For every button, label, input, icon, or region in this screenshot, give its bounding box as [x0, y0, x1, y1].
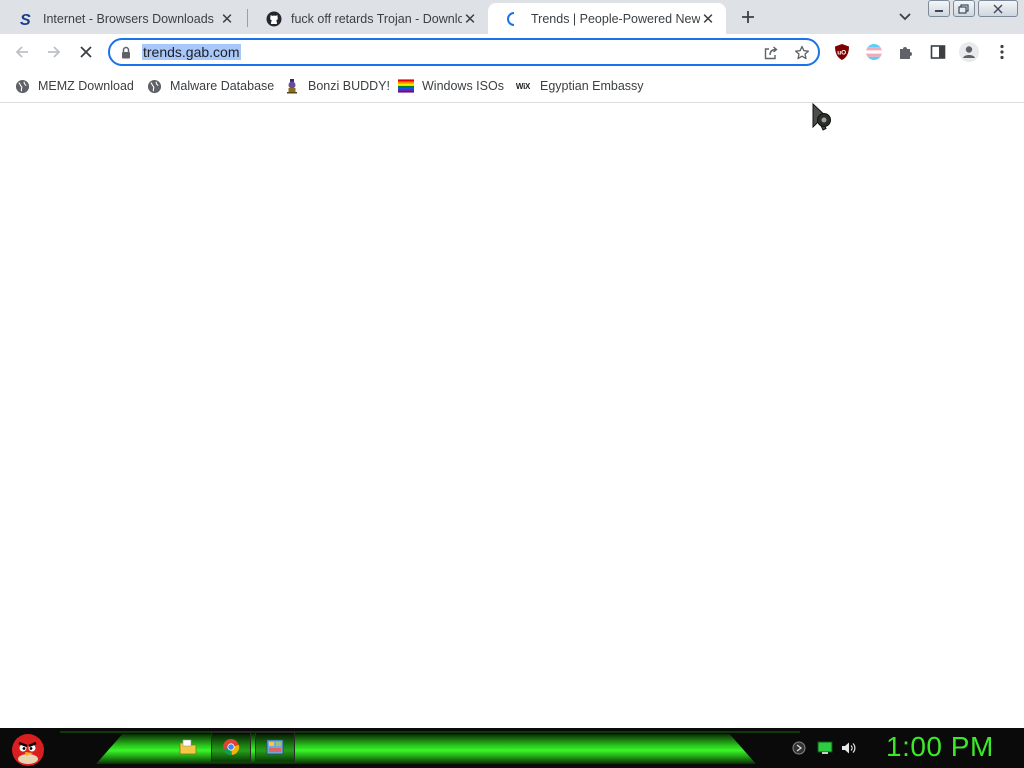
close-tab-icon[interactable]: ✕	[462, 11, 478, 28]
tray-security-icon[interactable]	[790, 739, 808, 757]
forward-button[interactable]	[41, 39, 67, 65]
rainbow-flag-icon	[398, 78, 414, 94]
stop-loading-button[interactable]	[73, 39, 99, 65]
bookmark-egyptian-embassy[interactable]: WiX Egyptian Embassy	[514, 76, 644, 96]
wix-icon: WiX	[514, 78, 532, 94]
globe-icon	[14, 78, 30, 94]
bookmark-label: MEMZ Download	[38, 79, 134, 93]
share-icon[interactable]	[763, 45, 779, 61]
tray-network-icon[interactable]	[816, 739, 834, 757]
taskbar-file-explorer-icon[interactable]	[168, 732, 208, 762]
tab-strip: S Internet - Browsers Downloads ✕ fuck o…	[0, 0, 1024, 34]
lock-icon[interactable]	[121, 46, 131, 64]
back-button[interactable]	[9, 39, 35, 65]
close-window-button[interactable]	[978, 0, 1018, 17]
close-tab-icon[interactable]: ✕	[700, 11, 716, 28]
github-icon	[266, 11, 282, 27]
tab-title: fuck off retards Trojan - Downloa	[291, 11, 462, 26]
bookmark-label: Malware Database	[170, 79, 275, 93]
bookmark-windows-isos[interactable]: Windows ISOs	[398, 76, 504, 96]
taskbar: 1:00 PM	[0, 728, 1024, 768]
menu-kebab-icon[interactable]	[992, 42, 1012, 62]
tab-title: Trends | People-Powered News	[531, 11, 700, 26]
bookmark-memz-download[interactable]: MEMZ Download	[14, 76, 134, 96]
taskbar-chrome-icon[interactable]	[211, 732, 251, 762]
tab-internet-browsers[interactable]: S Internet - Browsers Downloads ✕	[0, 3, 245, 34]
url-text[interactable]: trends.gab.com	[142, 44, 241, 60]
bookmark-malware-database[interactable]: Malware Database	[146, 76, 274, 96]
tab-title: Internet - Browsers Downloads	[43, 11, 214, 26]
side-panel-icon[interactable]	[928, 42, 948, 62]
address-bar[interactable]: trends.gab.com	[108, 38, 820, 66]
close-tab-icon[interactable]: ✕	[219, 11, 235, 28]
new-tab-button[interactable]	[736, 6, 760, 28]
bookmark-label: Windows ISOs	[422, 79, 504, 93]
svg-text:S: S	[20, 12, 31, 27]
busy-cursor-icon	[811, 102, 841, 138]
bonzi-icon	[284, 78, 300, 94]
ublock-origin-icon[interactable]: uO	[832, 42, 852, 62]
bookmark-label: Egyptian Embassy	[540, 79, 644, 93]
bookmarks-bar: MEMZ Download Malware Database Bonzi BUD…	[0, 70, 1024, 103]
bookmark-bonzi-buddy[interactable]: Bonzi BUDDY!	[284, 76, 390, 96]
softpedia-s-icon: S	[18, 11, 34, 27]
tab-trojan[interactable]: fuck off retards Trojan - Downloa ✕	[248, 3, 488, 34]
taskbar-control-panel-icon[interactable]	[255, 732, 295, 762]
page-content[interactable]	[0, 103, 1024, 728]
extensions-puzzle-icon[interactable]	[896, 42, 916, 62]
profile-avatar-icon[interactable]	[959, 42, 979, 62]
wix-logo-text: WiX	[515, 81, 531, 91]
loading-spinner-icon	[506, 11, 522, 27]
tray-volume-icon[interactable]	[840, 739, 858, 757]
browser-toolbar: trends.gab.com uO	[0, 34, 1024, 70]
restore-button[interactable]	[953, 0, 975, 17]
bookmark-star-icon[interactable]	[794, 45, 810, 61]
pride-flag-extension-icon[interactable]	[864, 42, 884, 62]
start-button-angry-bird-icon[interactable]	[8, 728, 48, 768]
taskbar-clock[interactable]: 1:00 PM	[886, 731, 994, 763]
minimize-button[interactable]	[928, 0, 950, 17]
bookmark-label: Bonzi BUDDY!	[308, 79, 390, 93]
globe-icon	[146, 78, 162, 94]
ublock-label: uO	[837, 50, 846, 57]
tab-search-chevron-icon[interactable]	[895, 8, 915, 26]
tab-trends-active[interactable]: Trends | People-Powered News ✕	[488, 3, 726, 34]
